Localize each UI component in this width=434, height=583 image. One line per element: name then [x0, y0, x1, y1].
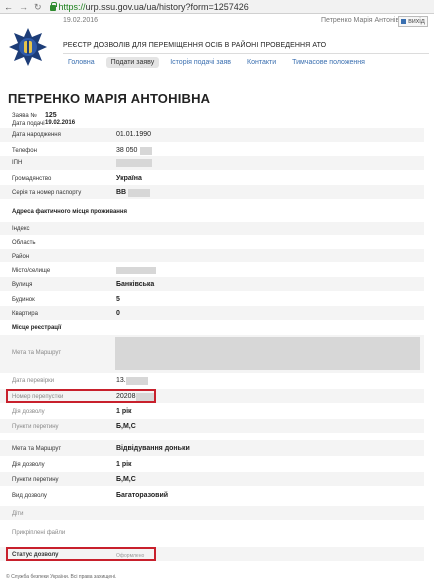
- permit-type-value: Багаторазовий: [116, 492, 169, 499]
- row-index: [0, 222, 424, 235]
- trip-purpose-label: Мета та Маршрут: [12, 446, 62, 452]
- footer-copyright: © Служба безпеки України. Всі права захи…: [6, 574, 117, 580]
- row-district: [0, 249, 424, 262]
- registry-title: РЕЄСТР ДОЗВОЛІВ ДЛЯ ПЕРЕМІЩЕННЯ ОСІБ В Р…: [63, 42, 327, 49]
- trip-crossing-value: Б,М,С: [116, 476, 136, 483]
- birth-date-value: 01.01.1990: [116, 131, 152, 138]
- city-label: Місто/селище: [12, 268, 51, 274]
- phone-redacted: [140, 147, 152, 155]
- index-label: Індекс: [12, 226, 30, 232]
- birth-date-label: Дата народження: [12, 132, 61, 138]
- exit-icon: [401, 19, 407, 24]
- check-date-value: 13.: [116, 377, 126, 384]
- address-section-title: Адреса фактичного місця проживання: [12, 209, 128, 215]
- region-label: Область: [12, 240, 36, 246]
- header-divider: [63, 53, 429, 54]
- ssu-emblem-logo: [9, 28, 47, 66]
- citizenship-value: Україна: [116, 175, 142, 182]
- menu-item-home[interactable]: Головна: [63, 57, 100, 68]
- row-trip-crossing: [0, 472, 424, 486]
- registration-section-title: Місце реєстрації: [12, 325, 62, 331]
- application-number-label: Заява №: [12, 113, 37, 119]
- lock-icon: [49, 1, 57, 11]
- street-value: Банківська: [116, 281, 155, 288]
- permit-type-label: Вид дозволу: [12, 493, 47, 499]
- main-menu: Головна Подати заяву Історія подачі заяв…: [63, 57, 376, 68]
- row-tax-id: [0, 156, 424, 170]
- trip-validity-value: 1 рік: [116, 461, 132, 468]
- trip-validity-label: Дія дозволу: [12, 462, 45, 468]
- tax-id-label: ІПН: [12, 160, 23, 166]
- pass-number-highlight: [6, 389, 156, 403]
- validity-value: 1 рік: [116, 408, 132, 415]
- validity-label: Дія дозволу: [12, 409, 45, 415]
- files-label: Прикріплені файли: [12, 530, 66, 536]
- registration-purpose-label: Мета та Маршрут: [12, 350, 62, 356]
- back-icon[interactable]: ←: [4, 0, 13, 14]
- header-date: 19.02.2016: [63, 17, 99, 24]
- forward-icon[interactable]: →: [19, 0, 28, 14]
- trip-purpose-value: Відвідування доньки: [116, 445, 190, 452]
- passport-value: ВВ: [116, 189, 127, 196]
- logout-button[interactable]: вихід: [398, 16, 428, 27]
- check-date-redacted: [126, 377, 148, 385]
- building-label: Будинок: [12, 297, 35, 303]
- menu-item-contacts[interactable]: Контакти: [242, 57, 281, 68]
- row-apartment: [0, 306, 424, 320]
- user-name: Петренко Марія Антонівна: [321, 17, 407, 24]
- menu-item-regulation[interactable]: Тимчасове положення: [287, 57, 370, 68]
- row-birth-date: [0, 128, 424, 142]
- apartment-label: Квартира: [12, 311, 38, 317]
- reload-icon[interactable]: ↻: [34, 0, 42, 14]
- menu-item-history[interactable]: Історія подачі заяв: [165, 57, 236, 68]
- city-redacted: [116, 267, 156, 274]
- trip-crossing-label: Пункти перетину: [12, 477, 59, 483]
- browser-toolbar: ← → ↻ https://urp.ssu.gov.ua/ua/history?…: [0, 0, 434, 14]
- status-highlight: [6, 547, 156, 561]
- children-label: Діти: [12, 511, 24, 517]
- page-title: ПЕТРЕНКО МАРІЯ АНТОНІВНА: [8, 91, 211, 106]
- address-bar[interactable]: https://urp.ssu.gov.ua/ua/history?form=1…: [49, 1, 249, 12]
- menu-item-submit[interactable]: Подати заяву: [105, 57, 160, 68]
- row-children: [0, 506, 424, 520]
- registration-address-redacted: [115, 337, 420, 370]
- building-value: 5: [116, 296, 120, 303]
- crossing-label: Пункти перетину: [12, 424, 59, 430]
- application-date-label: Дата подачі: [12, 121, 45, 127]
- row-street: [0, 277, 424, 291]
- row-trip-purpose: [0, 440, 424, 456]
- passport-redacted: [128, 189, 150, 197]
- phone-value: 38 050: [116, 147, 138, 154]
- tax-id-redacted: [116, 159, 152, 167]
- row-crossing: [0, 419, 424, 433]
- url-text: https://urp.ssu.gov.ua/ua/history?form=1…: [58, 1, 249, 12]
- check-date-label: Дата перевірки: [12, 378, 55, 384]
- citizenship-label: Громадянство: [12, 176, 52, 182]
- passport-label: Серія та номер паспорту: [12, 190, 82, 196]
- logout-label: вихід: [408, 18, 425, 25]
- application-date-value: 19.02.2016: [45, 120, 76, 126]
- district-label: Район: [12, 254, 30, 260]
- crossing-value: Б,М,С: [116, 423, 136, 430]
- application-number-value: 125: [45, 112, 57, 119]
- street-label: Вулиця: [12, 282, 33, 288]
- phone-label: Телефон: [12, 148, 37, 154]
- apartment-value: 0: [116, 310, 120, 317]
